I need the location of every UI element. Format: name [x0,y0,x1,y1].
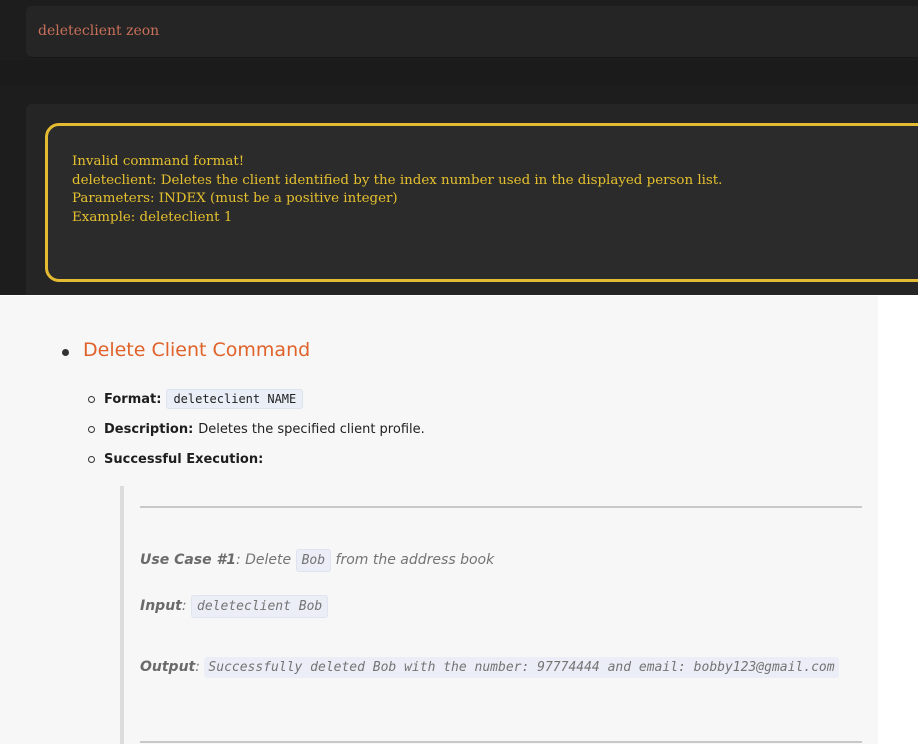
circle-bullet-icon [88,396,95,403]
use-case-prefix: : Delete [235,552,296,568]
command-input[interactable]: deleteclient zeon [38,23,159,39]
format-label: Format: [104,391,162,407]
output-line: Output: Successfully deleted Bob with th… [140,653,840,682]
input-sep: : [181,598,192,614]
documentation-panel: Delete Client Command Format: deleteclie… [0,296,878,744]
execution-item: Successful Execution: [88,447,268,471]
circle-bullet-icon [88,456,95,463]
divider [0,60,918,86]
horizontal-rule [140,741,862,743]
description-text: Deletes the specified client profile. [198,421,425,437]
output-code: Successfully deleted Bob with the number… [204,657,839,678]
app-window: deleteclient zeon Invalid command format… [0,0,918,295]
result-message: Invalid command format! deleteclient: De… [72,153,722,227]
description-label: Description: [104,421,194,437]
result-display: Invalid command format! deleteclient: De… [45,123,918,282]
use-case-code: Bob [295,549,332,572]
circle-bullet-icon [88,426,95,433]
input-code: deleteclient Bob [191,595,329,618]
input-line: Input: deleteclient Bob [140,595,329,618]
format-item: Format: deleteclient NAME [88,387,304,411]
result-line: deleteclient: Deletes the client identif… [72,172,723,188]
result-line: Invalid command format! [72,154,245,169]
use-case-suffix: from the address book [331,552,495,568]
use-case-label: Use Case #1 [140,552,236,568]
result-line: Example: deleteclient 1 [72,209,233,225]
execution-label: Successful Execution: [104,451,264,467]
result-line: Parameters: INDEX (must be a positive in… [72,191,398,206]
section-heading: Delete Client Command [83,339,311,361]
input-label: Input [140,598,182,614]
output-label: Output [140,659,196,675]
horizontal-rule [140,506,862,508]
command-box[interactable]: deleteclient zeon [26,6,918,58]
bullet-icon [62,349,69,356]
description-item: Description: Deletes the specified clien… [88,417,425,441]
blockquote-bar [120,486,124,744]
format-code: deleteclient NAME [166,389,304,409]
use-case-line: Use Case #1: Delete Bob from the address… [140,549,495,572]
